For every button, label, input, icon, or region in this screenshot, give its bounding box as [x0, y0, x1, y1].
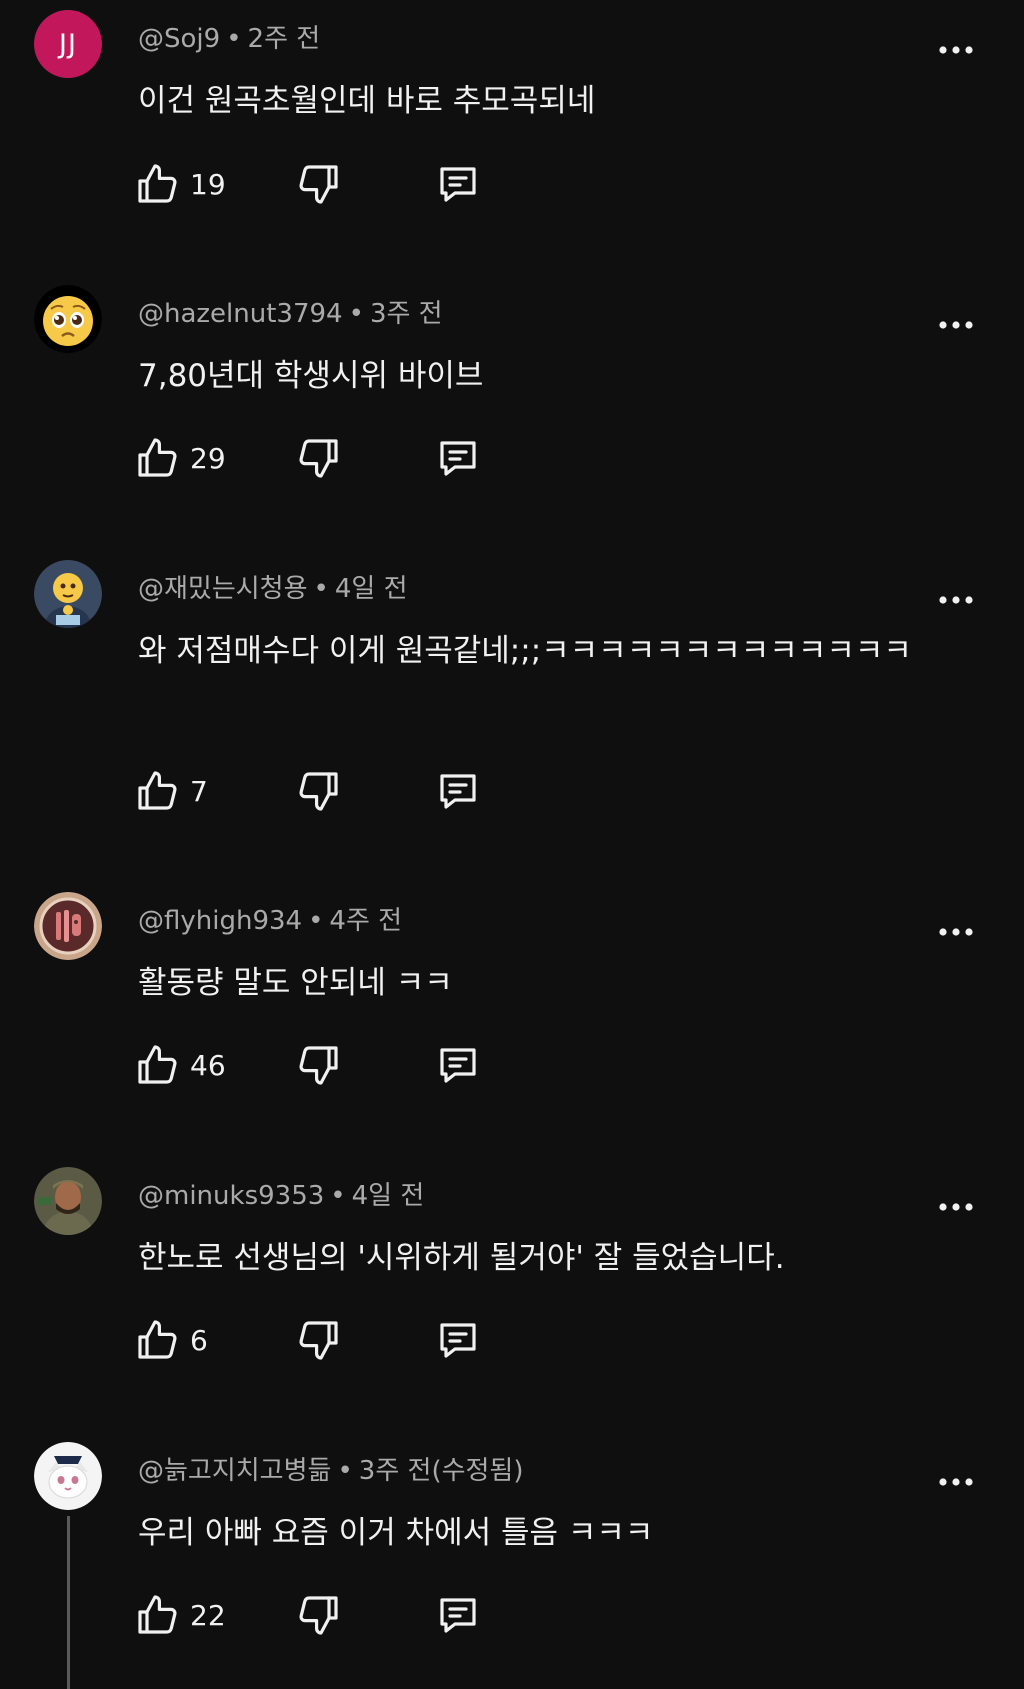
- like-button[interactable]: 46: [134, 1037, 226, 1093]
- reply-button[interactable]: [434, 430, 482, 486]
- reply-button[interactable]: [434, 1587, 482, 1643]
- meta-separator: •: [313, 574, 329, 604]
- reply-comment-icon: [434, 434, 482, 482]
- more-options-icon[interactable]: [938, 1464, 974, 1500]
- comment-text: 와 저점매수다 이게 원곡같네;;;ㅋㅋㅋㅋㅋㅋㅋㅋㅋㅋㅋㅋㅋ: [138, 633, 912, 669]
- comment-author[interactable]: @minuks9353: [138, 1181, 324, 1211]
- reply-thread-line: [67, 1516, 70, 1689]
- comment-text: 활동량 말도 안되네 ㅋㅋ: [138, 965, 453, 1001]
- white-cat-avatar[interactable]: [34, 1442, 102, 1510]
- thumbs-down-icon: [294, 434, 342, 482]
- thumbs-up-icon: [134, 434, 182, 482]
- thumbs-down-icon: [294, 1041, 342, 1089]
- comment-meta: @재밌는시청용 • 4일 전: [138, 568, 408, 605]
- comment-text: 이건 원곡초월인데 바로 추모곡되네: [138, 83, 596, 119]
- like-count: 29: [190, 441, 226, 475]
- comment-time[interactable]: 3주 전(수정됨): [359, 1456, 524, 1486]
- dislike-button[interactable]: [294, 156, 342, 212]
- comment-author[interactable]: @flyhigh934: [138, 906, 302, 936]
- comment-text: 한노로 선생님의 '시위하게 될거야' 잘 들었습니다.: [138, 1240, 785, 1276]
- reply-comment-icon: [434, 1041, 482, 1089]
- like-button[interactable]: 6: [134, 1312, 208, 1368]
- like-count: 46: [190, 1048, 226, 1082]
- reply-comment-icon: [434, 160, 482, 208]
- meta-separator: •: [226, 24, 242, 54]
- like-count: 22: [190, 1598, 226, 1632]
- meta-separator: •: [308, 906, 324, 936]
- comment-author[interactable]: @늙고지치고병듦: [138, 1456, 331, 1486]
- reply-button[interactable]: [434, 1312, 482, 1368]
- thumbs-down-icon: [294, 767, 342, 815]
- comment-time[interactable]: 4일 전: [335, 574, 408, 604]
- comment-meta: @flyhigh934 • 4주 전: [138, 900, 402, 937]
- thumbs-up-icon: [134, 1591, 182, 1639]
- dislike-button[interactable]: [294, 1037, 342, 1093]
- comment-time[interactable]: 2주 전: [248, 24, 321, 54]
- like-count: 19: [190, 167, 226, 201]
- more-options-icon[interactable]: [938, 32, 974, 68]
- thumbs-down-icon: [294, 1591, 342, 1639]
- like-button[interactable]: 29: [134, 430, 226, 486]
- comment-text: 우리 아빠 요즘 이거 차에서 틀음 ㅋㅋㅋ: [138, 1515, 654, 1551]
- more-options-icon[interactable]: [938, 1189, 974, 1225]
- comment-time[interactable]: 4주 전: [329, 906, 402, 936]
- comment-text: 7,80년대 학생시위 바이브: [138, 358, 484, 394]
- soldier-portrait-avatar[interactable]: [34, 1167, 102, 1235]
- dislike-button[interactable]: [294, 1587, 342, 1643]
- comment-author[interactable]: @재밌는시청용: [138, 574, 308, 604]
- like-count: 6: [190, 1323, 208, 1357]
- thumbs-up-icon: [134, 160, 182, 208]
- comment-meta: @hazelnut3794 • 3주 전: [138, 293, 443, 330]
- dislike-button[interactable]: [294, 763, 342, 819]
- dislike-button[interactable]: [294, 430, 342, 486]
- dislike-button[interactable]: [294, 1312, 342, 1368]
- comment-meta: @Soj9 • 2주 전: [138, 18, 320, 55]
- comment-time[interactable]: 3주 전: [370, 299, 443, 329]
- like-button[interactable]: 7: [134, 763, 208, 819]
- meta-separator: •: [337, 1456, 353, 1486]
- pleading-face-emoji-avatar[interactable]: [34, 285, 102, 353]
- comment-meta: @minuks9353 • 4일 전: [138, 1175, 424, 1212]
- thumbs-up-icon: [134, 767, 182, 815]
- like-button[interactable]: 19: [134, 156, 226, 212]
- meta-separator: •: [330, 1181, 346, 1211]
- reply-comment-icon: [434, 1316, 482, 1364]
- reply-comment-icon: [434, 767, 482, 815]
- face-holding-back-tears-avatar[interactable]: [34, 560, 102, 628]
- thumbs-down-icon: [294, 160, 342, 208]
- thumbs-down-icon: [294, 1316, 342, 1364]
- more-options-icon[interactable]: [938, 307, 974, 343]
- comment-author[interactable]: @Soj9: [138, 24, 220, 54]
- reply-comment-icon: [434, 1591, 482, 1639]
- food-sign-avatar[interactable]: [34, 892, 102, 960]
- comment-time[interactable]: 4일 전: [352, 1181, 425, 1211]
- reply-button[interactable]: [434, 763, 482, 819]
- avatar[interactable]: JJ: [34, 10, 102, 78]
- more-options-icon[interactable]: [938, 582, 974, 618]
- more-options-icon[interactable]: [938, 914, 974, 950]
- reply-button[interactable]: [434, 156, 482, 212]
- comment-author[interactable]: @hazelnut3794: [138, 299, 343, 329]
- like-button[interactable]: 22: [134, 1587, 226, 1643]
- like-count: 7: [190, 774, 208, 808]
- thumbs-up-icon: [134, 1041, 182, 1089]
- thumbs-up-icon: [134, 1316, 182, 1364]
- reply-button[interactable]: [434, 1037, 482, 1093]
- comment-meta: @늙고지치고병듦 • 3주 전(수정됨): [138, 1450, 524, 1487]
- meta-separator: •: [348, 299, 364, 329]
